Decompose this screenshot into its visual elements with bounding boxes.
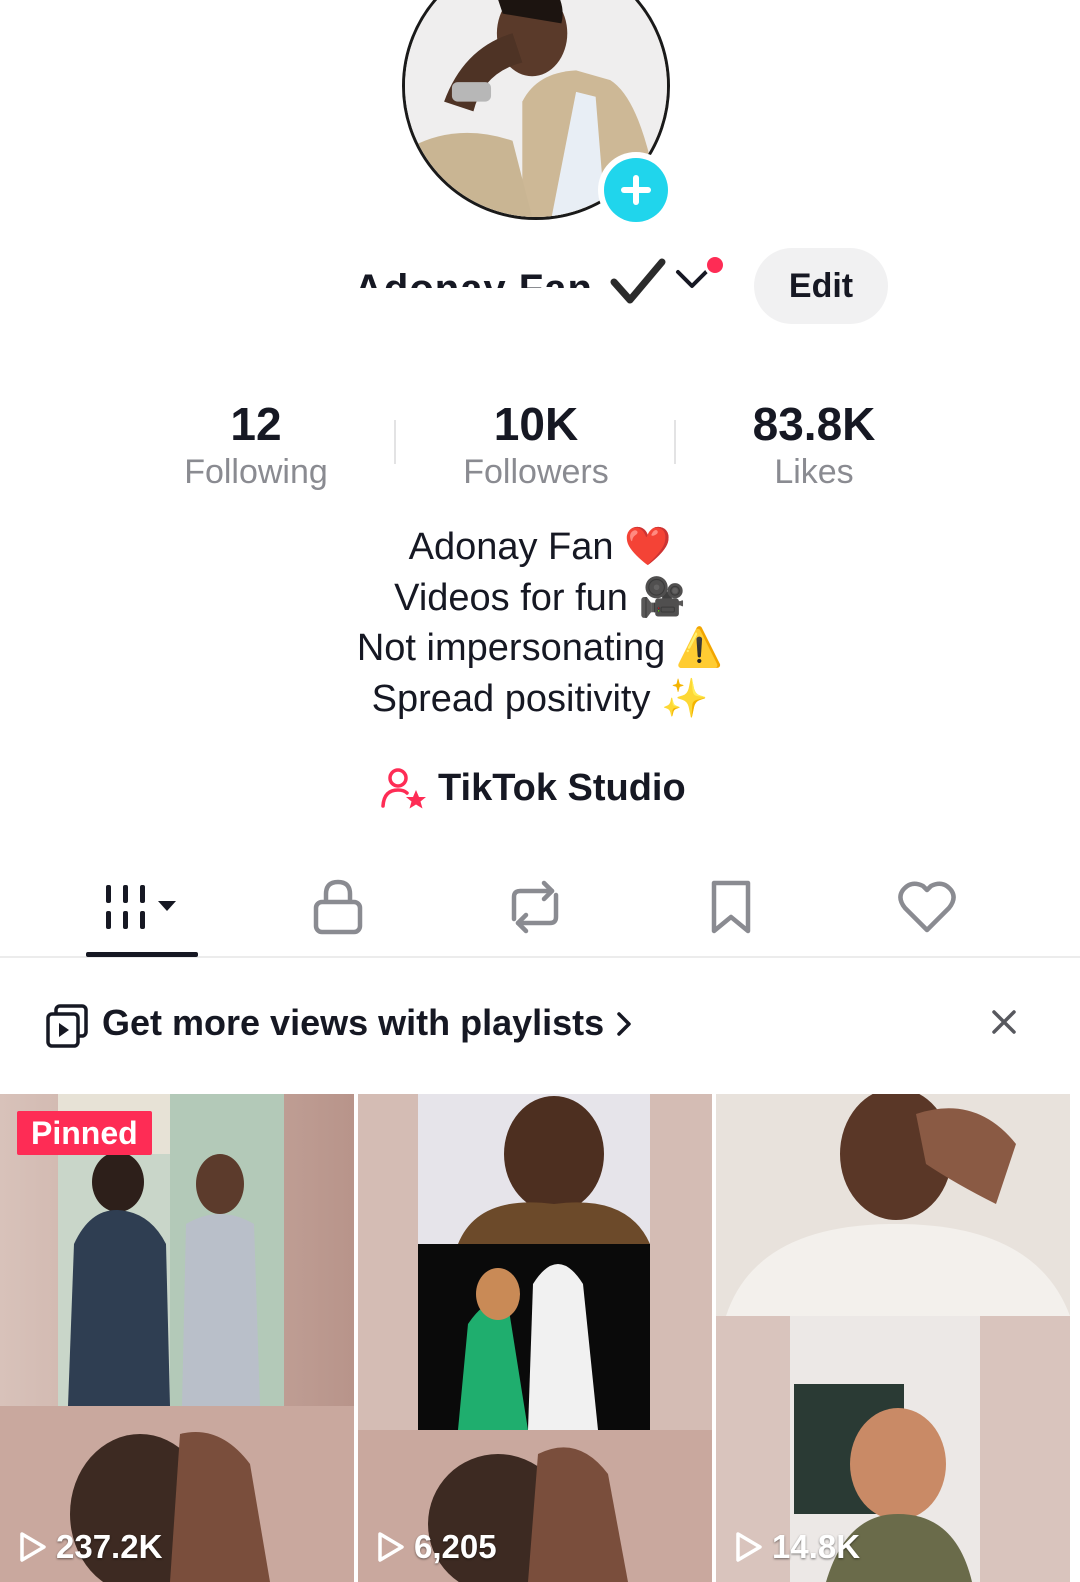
stat-following[interactable]: 12 Following [136, 396, 376, 492]
stat-value: 12 [230, 398, 282, 450]
grid-videos-icon [106, 885, 176, 929]
play-icon [20, 1532, 46, 1562]
chevron-right-icon [617, 1012, 631, 1036]
profile-tabs [0, 860, 1080, 958]
view-count: 237.2K [18, 1528, 162, 1566]
playlist-promo-banner[interactable]: Get more views with playlists [0, 990, 1080, 1060]
close-icon[interactable] [984, 1002, 1024, 1042]
video-tile[interactable]: Pinned 237.2K [0, 1094, 354, 1582]
stat-label: Likes [774, 453, 854, 491]
video-thumbnail [0, 1094, 354, 1582]
creator-star-icon [381, 768, 426, 809]
notification-dot [704, 254, 726, 276]
tab-videos[interactable] [82, 860, 202, 954]
bio-line: Not impersonating ⚠️ [356, 627, 724, 669]
stat-label: Following [184, 453, 328, 491]
play-icon [378, 1532, 404, 1562]
add-avatar-button[interactable] [598, 152, 674, 228]
plus-icon [621, 175, 651, 205]
bio-line: Videos for fun 🎥 [394, 576, 686, 619]
play-icon [736, 1532, 762, 1562]
profile-name-row: Adonay Fan Edit [340, 248, 900, 324]
video-thumbnail [716, 1094, 1070, 1582]
stat-divider [394, 420, 396, 464]
video-grid: Pinned 237.2K 6,205 14.8K [0, 1094, 1080, 1582]
stat-label: Followers [463, 453, 609, 491]
bookmark-icon [711, 880, 751, 934]
bio-line: Spread positivity ✨ [371, 677, 709, 720]
tiktok-studio-link[interactable]: TikTok Studio [380, 760, 686, 816]
lock-icon [313, 879, 363, 935]
studio-label: TikTok Studio [438, 766, 686, 809]
view-count-value: 14.8K [772, 1528, 861, 1565]
checkmark-icon [610, 258, 666, 304]
tab-reposts[interactable] [475, 860, 595, 954]
repost-icon [511, 880, 559, 934]
pinned-badge: Pinned [17, 1111, 152, 1155]
view-count: 14.8K [734, 1528, 860, 1566]
active-tab-indicator [86, 952, 198, 957]
tab-liked[interactable] [867, 860, 987, 954]
view-count: 6,205 [376, 1528, 497, 1566]
stat-followers[interactable]: 10K Followers [416, 396, 656, 492]
video-tile[interactable]: 14.8K [716, 1094, 1070, 1582]
playlist-promo-text: Get more views with playlists [102, 1002, 634, 1044]
stat-divider [674, 420, 676, 464]
username[interactable]: Adonay Fan [354, 260, 593, 288]
stat-likes[interactable]: 83.8K Likes [694, 396, 934, 492]
heart-icon [898, 881, 956, 933]
video-thumbnail [358, 1094, 712, 1582]
profile-bio: Adonay Fan ❤️ Videos for fun 🎥 Not imper… [0, 522, 1080, 724]
view-count-value: 6,205 [414, 1528, 497, 1565]
video-tile[interactable]: 6,205 [358, 1094, 712, 1582]
tab-favorites[interactable] [671, 860, 791, 954]
profile-stats: 12 Following 10K Followers 83.8K Likes [0, 396, 1080, 496]
stat-value: 83.8K [752, 398, 876, 450]
stat-value: 10K [493, 398, 579, 450]
tab-private[interactable] [278, 860, 398, 954]
bio-line: Adonay Fan ❤️ [408, 526, 672, 568]
view-count-value: 237.2K [56, 1528, 163, 1565]
playlist-promo-label: Get more views with playlists [102, 1002, 605, 1043]
profile-avatar-container [402, 0, 674, 228]
playlist-icon [46, 1004, 88, 1048]
edit-profile-button[interactable]: Edit [754, 248, 888, 324]
